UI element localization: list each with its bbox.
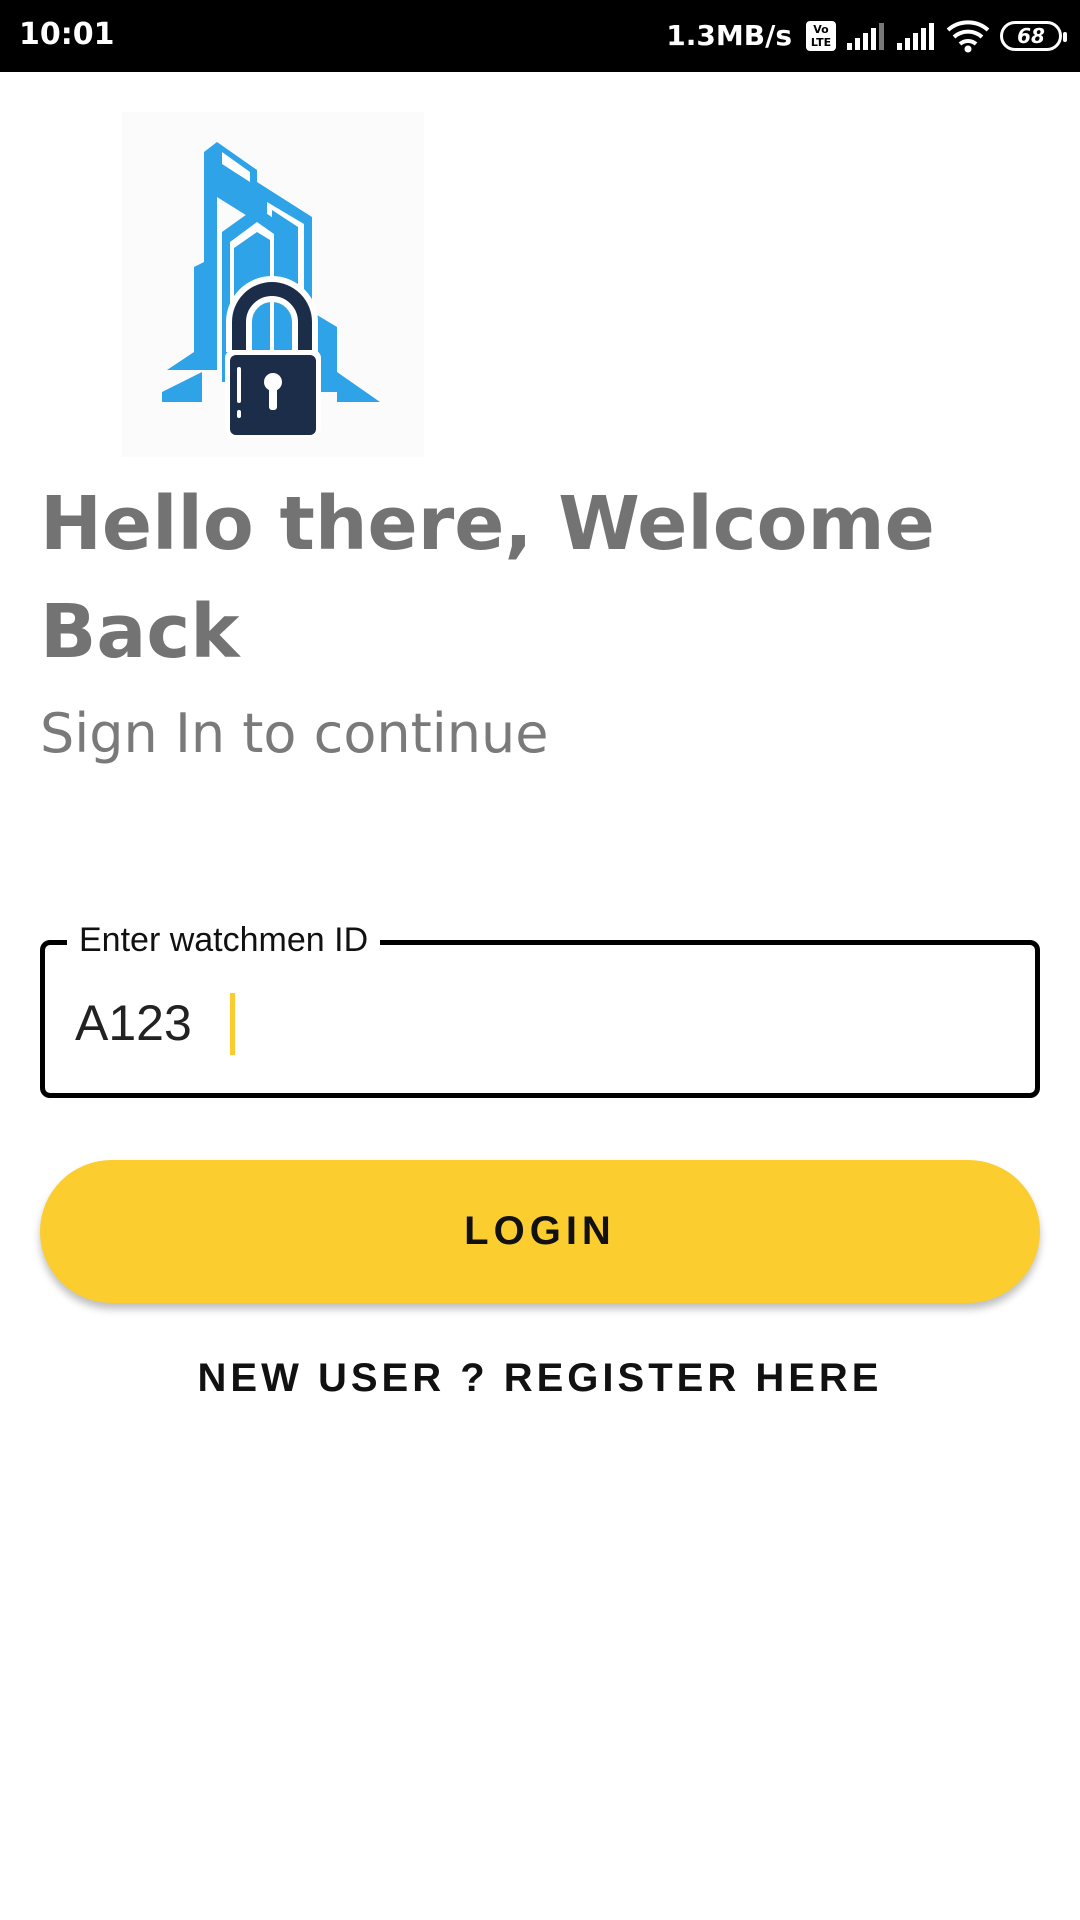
watchmen-id-input[interactable] xyxy=(75,993,975,1053)
login-screen: 10:01 1.3MB/s Vo LTE 68 Hello there, Wel… xyxy=(0,0,1080,1920)
network-speed: 1.3MB/s xyxy=(666,19,792,52)
wifi-icon xyxy=(946,20,990,53)
volte-icon: Vo LTE xyxy=(806,21,836,51)
signal-icon xyxy=(847,23,884,50)
signal-icon-2 xyxy=(897,23,934,50)
battery-level: 68 xyxy=(1017,24,1045,48)
volte-line2: LTE xyxy=(810,36,832,49)
welcome-title: Hello there, Welcome Back xyxy=(40,481,935,675)
watchmen-id-field[interactable]: Enter watchmen ID xyxy=(40,917,1040,1098)
subtitle: Sign In to continue xyxy=(40,702,549,765)
status-time: 10:01 xyxy=(19,17,115,52)
register-link[interactable]: NEW USER ? REGISTER HERE xyxy=(40,1350,1040,1406)
app-logo xyxy=(122,112,424,457)
status-bar: 10:01 1.3MB/s Vo LTE 68 xyxy=(0,0,1080,72)
status-icons: 1.3MB/s Vo LTE 68 xyxy=(666,14,1067,58)
watchmen-id-label: Enter watchmen ID xyxy=(67,917,381,963)
volte-line1: Vo xyxy=(813,23,829,36)
battery-icon: 68 xyxy=(1000,21,1067,51)
building-lock-icon xyxy=(162,142,380,438)
text-cursor xyxy=(230,993,235,1055)
login-button[interactable]: LOGIN xyxy=(40,1160,1040,1303)
